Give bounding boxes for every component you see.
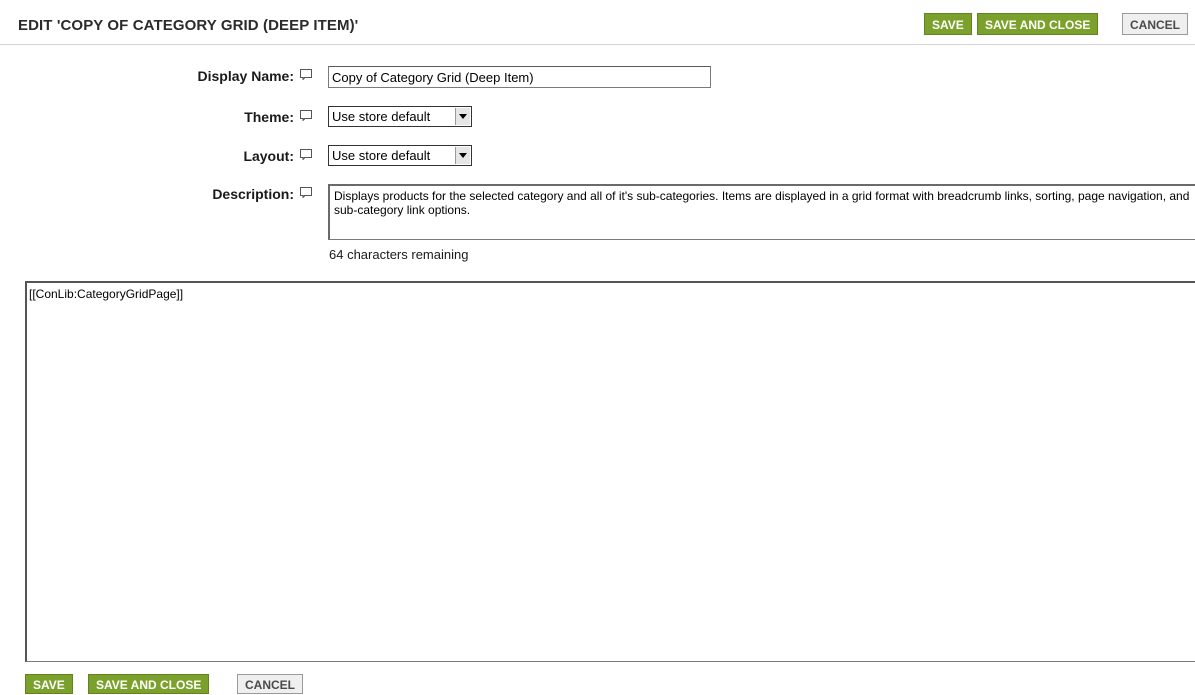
help-icon[interactable] — [300, 110, 312, 121]
characters-remaining: 64 characters remaining — [329, 247, 469, 262]
layout-select[interactable]: Use store default — [328, 145, 472, 166]
cancel-button-top[interactable]: CANCEL — [1122, 13, 1188, 35]
save-button-top[interactable]: SAVE — [924, 13, 972, 35]
help-icon[interactable] — [300, 187, 312, 198]
save-and-close-button-bottom[interactable]: SAVE AND CLOSE — [88, 674, 210, 694]
help-icon[interactable] — [300, 69, 312, 80]
description-label: Description: — [212, 186, 294, 202]
cancel-button-bottom[interactable]: CANCEL — [237, 674, 303, 694]
display-name-label: Display Name: — [197, 68, 294, 84]
content-editor[interactable]: [[ConLib:CategoryGridPage]] — [25, 281, 1195, 662]
chevron-down-icon[interactable] — [455, 147, 470, 164]
save-button-bottom[interactable]: SAVE — [25, 674, 73, 694]
save-and-close-button-top[interactable]: SAVE AND CLOSE — [977, 13, 1099, 35]
display-name-input[interactable] — [328, 66, 711, 88]
theme-select[interactable]: Use store default — [328, 106, 472, 127]
description-textarea[interactable]: Displays products for the selected categ… — [328, 184, 1195, 240]
layout-select-value: Use store default — [332, 148, 431, 163]
theme-select-value: Use store default — [332, 109, 431, 124]
help-icon[interactable] — [300, 149, 312, 160]
layout-label: Layout: — [243, 148, 294, 164]
theme-label: Theme: — [244, 109, 294, 125]
page-header: EDIT 'COPY OF CATEGORY GRID (DEEP ITEM)'… — [0, 0, 1195, 45]
page-title: EDIT 'COPY OF CATEGORY GRID (DEEP ITEM)' — [18, 17, 359, 34]
chevron-down-icon[interactable] — [455, 108, 470, 125]
